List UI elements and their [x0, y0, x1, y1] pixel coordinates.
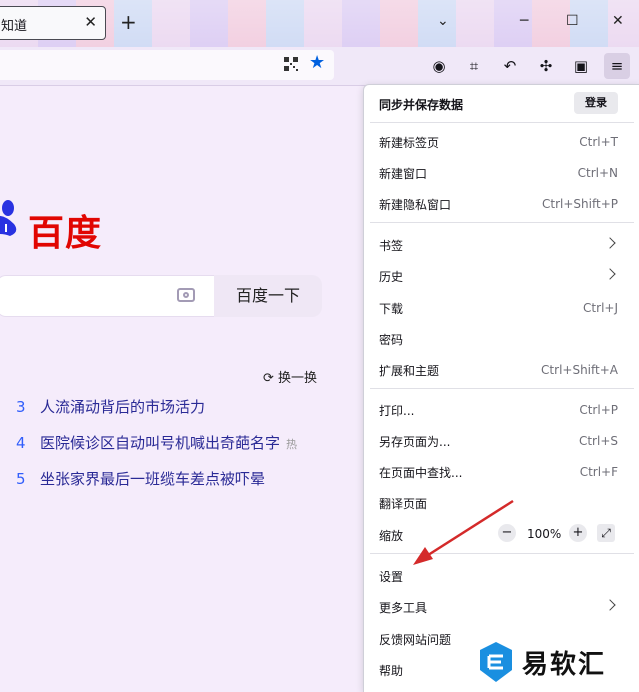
menu-item-label: 设置	[379, 570, 404, 584]
refresh-label: 换一换	[278, 371, 318, 386]
menu-item-shortcut: Ctrl+T	[579, 135, 618, 149]
list-tabs-icon[interactable]: ⌄	[437, 12, 449, 30]
account-icon[interactable]: ◉	[429, 56, 449, 76]
new-tab-button[interactable]: +	[120, 10, 137, 34]
hot-rank: 4	[16, 434, 26, 452]
container-icon[interactable]: ▣	[571, 56, 591, 76]
baidu-logo-text: 百度	[28, 212, 103, 254]
menu-item-bookmarks[interactable]: 书签	[364, 231, 639, 259]
watermark-logo-icon	[480, 642, 512, 682]
sync-title: 同步并保存数据	[379, 98, 464, 112]
menu-item-shortcut: Ctrl+S	[578, 434, 618, 448]
zoom-out-button[interactable]: −	[498, 524, 516, 542]
menu-divider	[370, 553, 634, 554]
hamburger-menu-icon[interactable]: ≡	[604, 53, 630, 79]
watermark: 易软汇	[468, 632, 639, 691]
hot-rank: 5	[16, 470, 26, 488]
menu-item-label: 书签	[379, 239, 404, 253]
hot-title: 医院候诊区自动叫号机喊出奇葩名字	[40, 434, 281, 452]
menu-item-shortcut: Ctrl+N	[577, 166, 618, 180]
hot-list-item[interactable]: 3 人流涌动背后的市场活力	[16, 396, 205, 417]
menu-item-new-tab[interactable]: 新建标签页 Ctrl+T	[364, 128, 639, 156]
menu-item-shortcut: Ctrl+J	[583, 301, 618, 315]
menu-item-shortcut: Ctrl+P	[579, 403, 618, 417]
menu-item-label: 下载	[379, 302, 404, 316]
app-menu-panel: 同步并保存数据 登录 新建标签页 Ctrl+T 新建窗口 Ctrl+N 新建隐私…	[363, 84, 639, 692]
login-button[interactable]: 登录	[574, 92, 618, 114]
menu-item-label: 反馈网站问题	[379, 633, 452, 647]
menu-item-label: 扩展和主题	[379, 364, 440, 378]
menu-item-label: 另存页面为...	[379, 435, 451, 449]
menu-item-label: 密码	[379, 333, 404, 347]
sync-header: 同步并保存数据 登录	[364, 85, 639, 121]
chevron-right-icon	[604, 237, 616, 249]
menu-item-settings[interactable]: 设置	[364, 562, 639, 590]
menu-item-label: 翻译页面	[379, 497, 428, 511]
menu-item-translate-page[interactable]: 翻译页面	[364, 489, 639, 517]
menu-item-label: 缩放	[379, 529, 404, 543]
baidu-paw-logo-icon	[0, 200, 17, 236]
qr-code-icon[interactable]	[284, 57, 298, 71]
menu-item-shortcut: Ctrl+Shift+A	[541, 363, 618, 377]
zoom-in-button[interactable]: +	[569, 524, 587, 542]
screenshot-crop-icon[interactable]: ⌗	[464, 56, 484, 76]
maximize-button[interactable]: ☐	[566, 12, 579, 30]
refresh-hot-list-button[interactable]: ⟳ 换一换	[263, 367, 317, 386]
minimize-button[interactable]: ─	[520, 12, 528, 30]
menu-item-label: 历史	[379, 270, 404, 284]
refresh-icon: ⟳	[263, 371, 274, 386]
menu-item-save-page-as[interactable]: 另存页面为... Ctrl+S	[364, 427, 639, 455]
menu-item-history[interactable]: 历史	[364, 262, 639, 290]
search-button[interactable]: 百度一下	[214, 275, 322, 317]
menu-item-downloads[interactable]: 下载 Ctrl+J	[364, 294, 639, 322]
chevron-right-icon	[604, 268, 616, 280]
menu-divider	[370, 222, 634, 223]
menu-item-label: 打印...	[379, 404, 415, 418]
zoom-level[interactable]: 100%	[527, 527, 561, 541]
menu-item-label: 帮助	[379, 664, 404, 678]
menu-item-label: 新建隐私窗口	[379, 198, 452, 212]
hot-title: 人流涌动背后的市场活力	[40, 398, 206, 416]
menu-item-find-in-page[interactable]: 在页面中查找... Ctrl+F	[364, 458, 639, 486]
menu-item-new-private-window[interactable]: 新建隐私窗口 Ctrl+Shift+P	[364, 190, 639, 218]
menu-item-new-window[interactable]: 新建窗口 Ctrl+N	[364, 159, 639, 187]
menu-item-shortcut: Ctrl+Shift+P	[542, 197, 618, 211]
tab-title: 知道	[1, 19, 28, 34]
hot-title: 坐张家界最后一班缆车差点被吓晕	[40, 470, 266, 488]
menu-item-more-tools[interactable]: 更多工具	[364, 593, 639, 621]
hot-list-item[interactable]: 5 坐张家界最后一班缆车差点被吓晕	[16, 468, 265, 489]
fullscreen-icon[interactable]: ⤢	[597, 524, 615, 542]
chevron-right-icon	[604, 599, 616, 611]
menu-item-label: 更多工具	[379, 601, 428, 615]
menu-item-label: 新建窗口	[379, 167, 428, 181]
menu-item-passwords[interactable]: 密码	[364, 325, 639, 353]
menu-divider	[370, 388, 634, 389]
menu-item-print[interactable]: 打印... Ctrl+P	[364, 396, 639, 424]
watermark-text: 易软汇	[522, 650, 607, 680]
back-arrow-icon[interactable]: ↶	[500, 56, 520, 76]
navigation-toolbar: ★ ◉ ⌗ ↶ ✣ ▣ ≡	[0, 47, 639, 86]
menu-item-shortcut: Ctrl+F	[579, 465, 618, 479]
menu-item-zoom: 缩放 − 100% + ⤢	[364, 521, 639, 549]
menu-divider	[370, 122, 634, 123]
hot-list-item[interactable]: 4 医院候诊区自动叫号机喊出奇葩名字热	[16, 432, 297, 453]
menu-item-extensions-themes[interactable]: 扩展和主题 Ctrl+Shift+A	[364, 356, 639, 384]
menu-item-label: 新建标签页	[379, 136, 440, 150]
hot-badge: 热	[286, 438, 298, 451]
camera-search-icon[interactable]	[177, 288, 195, 302]
extensions-puzzle-icon[interactable]: ✣	[536, 56, 556, 76]
menu-item-label: 在页面中查找...	[379, 466, 463, 480]
browser-tab[interactable]: 知道 ✕	[0, 6, 106, 40]
bookmark-star-icon[interactable]: ★	[309, 53, 325, 73]
close-window-button[interactable]: ✕	[612, 12, 624, 30]
tab-close-icon[interactable]: ✕	[84, 13, 97, 31]
hot-rank: 3	[16, 398, 26, 416]
